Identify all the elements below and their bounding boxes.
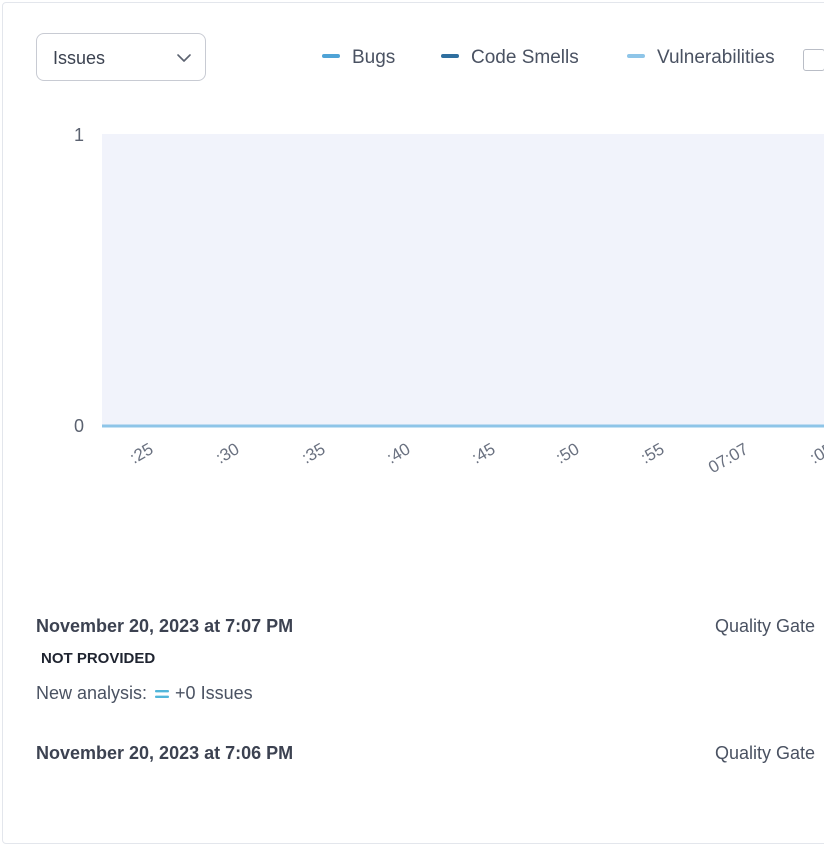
activity-date: November 20, 2023 at 7:06 PM [36, 743, 294, 763]
analysis-prefix: New analysis: [36, 683, 148, 703]
analysis-line: New analysis: +0 Issues [36, 683, 253, 704]
status-badge: NOT PROVIDED [41, 650, 156, 667]
chart-plot-area [102, 134, 824, 426]
activity-quality-gate: Quality Gate [715, 743, 816, 763]
analysis-value: +0 Issues [175, 683, 253, 703]
activity-date: November 20, 2023 at 7:07 PM [36, 616, 294, 636]
activity-quality-gate: Quality Gate [715, 616, 816, 636]
equal-icon [155, 690, 170, 699]
issues-chart [102, 134, 824, 428]
y-tick-label: 1 [73, 125, 84, 145]
y-tick-label: 0 [73, 416, 84, 436]
